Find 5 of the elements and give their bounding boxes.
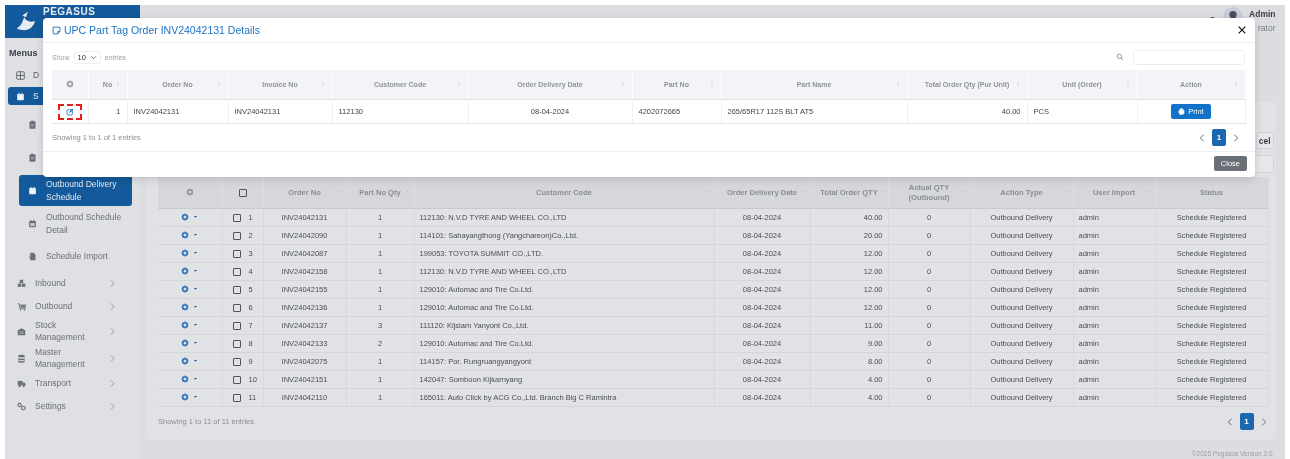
menu-heading: Menus — [9, 48, 38, 58]
user-role: rator — [1258, 23, 1276, 33]
modal-title: UPC Part Tag Order INV24042131 Details — [64, 24, 260, 36]
logo-text: PEGASUS — [43, 6, 96, 17]
user-name: Admin — [1249, 9, 1276, 19]
